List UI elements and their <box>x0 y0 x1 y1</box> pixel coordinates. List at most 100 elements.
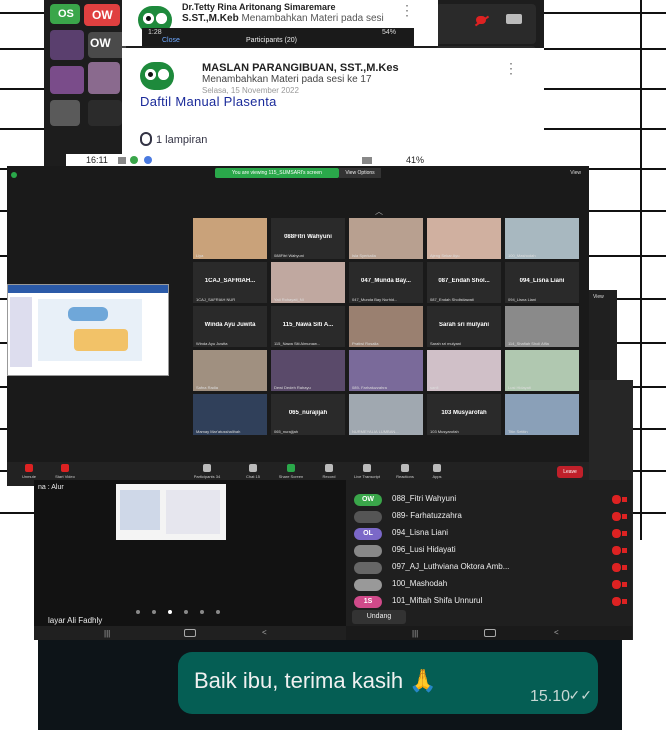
participant-tile[interactable]: Titin Setitin <box>505 394 579 435</box>
toolbar-button-record[interactable]: Record <box>311 464 347 479</box>
participant-tile[interactable]: 094_Lisna Liani 094_Lisna Liani <box>505 262 579 303</box>
participant-caption: Sarah sri mulyani <box>430 341 461 346</box>
avatar: OW <box>354 494 382 506</box>
start-video-icon <box>61 464 69 472</box>
live-transcript-icon <box>363 464 371 472</box>
participant-tile[interactable]: Mamay Mar'atusshalihah <box>193 394 267 435</box>
more-options-icon[interactable]: ⋮ <box>504 60 518 77</box>
toolbar-button-reactions[interactable]: Reactions <box>387 464 423 479</box>
participant-row[interactable]: OL 094_Lisna Liani <box>346 526 632 542</box>
participant-caption: Dewi Dedeh Rahayu <box>274 385 311 390</box>
toolbar-label: Participants 34 <box>193 474 221 479</box>
participant-tile[interactable]: 115_Nawa Siti A... 115_Nawa Siti Almunaw.… <box>271 306 345 347</box>
toolbar-button-start-video[interactable]: Start Video <box>47 464 83 479</box>
toolbar-button-participants[interactable]: Participants 34 <box>189 464 225 479</box>
diagram <box>166 490 220 534</box>
phone-status-bar: 1:28 54% Close Participants (20) <box>142 28 414 46</box>
toolbar-button-share-screen[interactable]: Share Screen <box>273 464 309 479</box>
notification-card[interactable]: Dr.Tetty Rina Aritonang Simaremare S.ST.… <box>122 0 438 46</box>
muted-mic-icon <box>612 563 627 572</box>
participant-tile[interactable]: Safna Radia <box>193 350 267 391</box>
participant-caption: Pratiwi Rosalia <box>352 341 379 346</box>
participant-tile[interactable]: 065_nurajijah 065_nurajijah <box>271 394 345 435</box>
participant-row[interactable]: 1S 101_Miftah Shifa Unnurul <box>346 594 632 610</box>
participant-tile[interactable]: 114_Shafiah Sholi Alfia <box>505 306 579 347</box>
chat-message: Baik ibu, terima kasih 🙏 <box>194 668 437 693</box>
attachment-icon <box>140 132 152 146</box>
shared-screen-preview[interactable] <box>7 284 169 376</box>
participant-tile[interactable]: Lusi Hidayati <box>505 350 579 391</box>
participant-name: Sarah sri mulyani <box>438 322 490 328</box>
participant-name: 047_Munda Bay... <box>361 278 411 284</box>
toolbar-label: Start Video <box>55 474 75 479</box>
participant-tile[interactable]: 103 Musyarofah 103 Musyarofah <box>427 394 501 435</box>
recent-apps-icon[interactable]: ||| <box>104 629 110 638</box>
participant-name: 065_nurajijah <box>288 410 328 416</box>
participant-tile[interactable]: 100_Mashodah <box>505 218 579 259</box>
toolbar-button-apps[interactable]: Apps <box>419 464 455 479</box>
participant-caption: 1CAJ_SAFRIAH NUR <box>196 297 236 302</box>
participant-tile[interactable]: 047_Munda Bay... 047_Munda Bay Nurhid... <box>349 262 423 303</box>
attachment-count[interactable]: 1 lampiran <box>156 134 207 146</box>
participant-tile[interactable]: Pratiwi Rosalia <box>349 306 423 347</box>
muted-mic-icon <box>612 512 627 521</box>
close-button[interactable]: Close <box>162 37 180 44</box>
chat-icon <box>249 464 257 472</box>
participant-tile[interactable]: 1CAJ_SAFRIAH... 1CAJ_SAFRIAH NUR <box>193 262 267 303</box>
invite-button[interactable]: Undang <box>352 610 406 624</box>
muted-mic-icon <box>612 580 627 589</box>
toolbar-label: Share Screen <box>278 474 304 479</box>
home-icon[interactable] <box>484 629 496 637</box>
chat-bubble[interactable]: Baik ibu, terima kasih 🙏 15.10 ✓✓ <box>178 652 598 714</box>
participant-row[interactable]: OW 088_Fitri Wahyuni <box>346 492 632 508</box>
participant-tile[interactable]: NURMEYALIA LUMBAN... <box>349 394 423 435</box>
participant-caption: sanfi <box>430 385 439 390</box>
material-title[interactable]: Daftil Manual Plasenta <box>140 94 277 109</box>
view-options-button[interactable]: View Options <box>339 168 381 178</box>
participant-tile[interactable]: Isla Syerkalia <box>349 218 423 259</box>
participant-row[interactable]: 100_Mashodah <box>346 577 632 593</box>
participant-tile[interactable]: 088Fitri Wahyuni 088Fitri Wahyuni <box>271 218 345 259</box>
toolbar-button-unmute[interactable]: Unmute <box>11 464 47 479</box>
participant-name: 089- Farhatuzzahra <box>392 511 462 520</box>
participant-name: 100_Mashodah <box>392 579 448 588</box>
participant-tile[interactable]: 089- Farhatuzzahra <box>349 350 423 391</box>
participant-row[interactable]: 097_AJ_Luthviana Oktora Amb... <box>346 560 632 576</box>
participant-tile[interactable]: Dewi Dedeh Rahayu <box>271 350 345 391</box>
participant-row[interactable]: 089- Farhatuzzahra <box>346 509 632 525</box>
video-icon <box>506 14 522 24</box>
participant-tile[interactable]: Liya <box>193 218 267 259</box>
participant-tile[interactable]: 087_Endah Shol... 087_Endah Sholistiawati <box>427 262 501 303</box>
participant-tile[interactable]: Winda Ayu Juwita Winda Ayu Juwita <box>193 306 267 347</box>
leave-button[interactable]: Leave <box>557 466 583 478</box>
participant-row[interactable]: 096_Lusi Hidayati <box>346 543 632 559</box>
toolbar-label: Chat 15 <box>245 474 260 479</box>
reactions-icon <box>401 464 409 472</box>
participants-header: Participants (20) <box>246 37 297 44</box>
participant-caption: Ajeng Sekar Ayu <box>430 253 460 258</box>
view-button[interactable]: View <box>570 170 581 176</box>
recent-apps-icon[interactable]: ||| <box>412 629 418 638</box>
signal-icon <box>362 157 372 164</box>
read-ticks-icon: ✓✓ <box>568 687 592 703</box>
more-options-icon[interactable]: ⋮ <box>400 2 414 19</box>
participant-tile[interactable]: Sarah sri mulyani Sarah sri mulyani <box>427 306 501 347</box>
app-icon <box>130 156 138 164</box>
toolbar-button-chat[interactable]: Chat 15 <box>235 464 271 479</box>
tile-badge: OW <box>84 4 120 26</box>
participant-tile[interactable]: Yati Rohayati_NI <box>271 262 345 303</box>
participant-tile <box>436 4 536 44</box>
scroll-up-icon[interactable]: ︿ <box>375 206 383 217</box>
home-icon[interactable] <box>184 629 196 637</box>
back-icon[interactable]: < <box>262 628 267 637</box>
participant-tile[interactable]: Ajeng Sekar Ayu <box>427 218 501 259</box>
participant-tile[interactable]: sanfi <box>427 350 501 391</box>
back-icon[interactable]: < <box>554 628 559 637</box>
participant-caption: Titin Setitin <box>508 429 528 434</box>
participant-caption: Isla Syerkalia <box>352 253 376 258</box>
toolbar-button-live-transcript[interactable]: Live Transcript <box>349 464 385 479</box>
notification-card-main[interactable]: MASLAN PARANGIBUAN, SST.,M.Kes Menambahk… <box>122 48 544 158</box>
participant-caption: 115_Nawa Siti Almunaw... <box>274 341 320 346</box>
viewing-screen-banner: You are viewing 115_SUMSARI's screen <box>215 168 339 178</box>
participant-name: 1CAJ_SAFRIAH... <box>204 278 256 284</box>
